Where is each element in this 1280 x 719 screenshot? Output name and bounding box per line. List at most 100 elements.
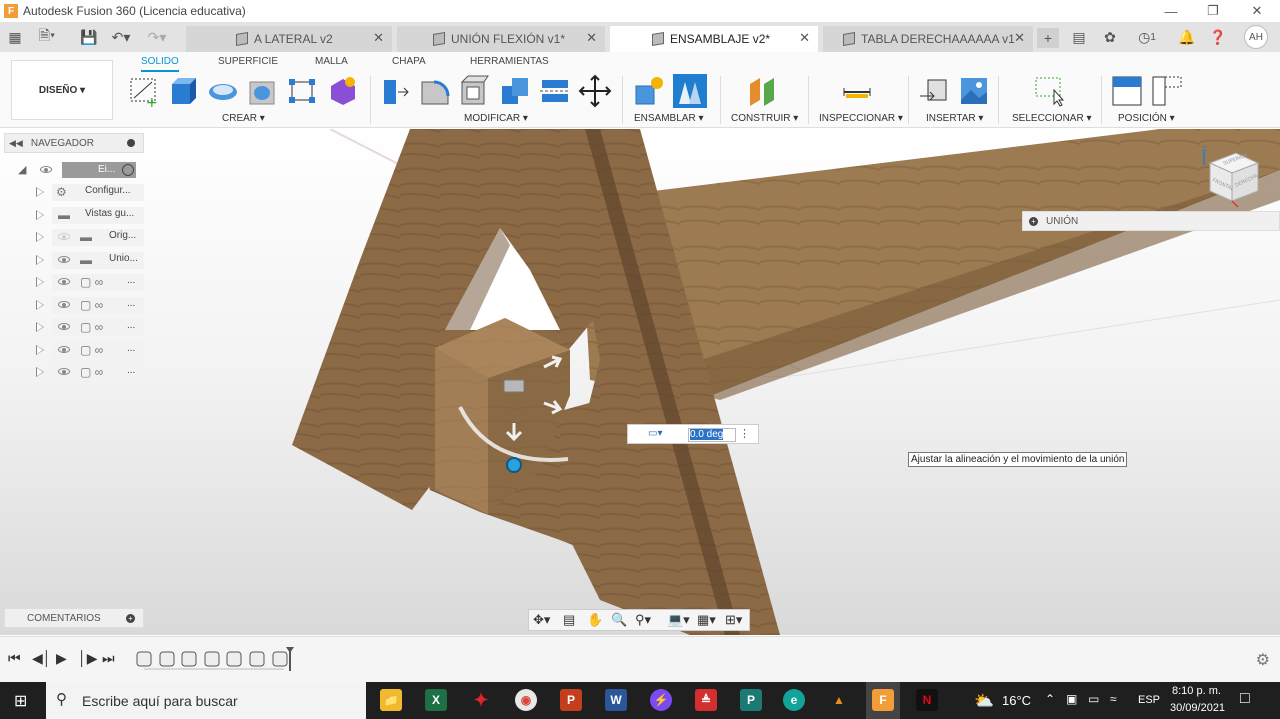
temperature[interactable]: 16°C	[1002, 693, 1031, 708]
arrow-up-right-icon[interactable]	[543, 355, 563, 369]
close-tab-icon[interactable]: ✕	[586, 30, 597, 46]
ribbon-tab-malla[interactable]: MALLA	[315, 56, 348, 67]
shell-icon[interactable]	[458, 74, 492, 108]
word-icon[interactable]: W	[605, 689, 627, 711]
expand-joint-icon[interactable]: +	[1029, 217, 1038, 226]
viewports-icon[interactable]: ⊞▾	[725, 612, 742, 628]
visibility-eye-icon[interactable]	[58, 346, 70, 353]
capture-position-icon[interactable]	[1110, 74, 1144, 108]
close-window-button[interactable]: ✕	[1236, 0, 1278, 22]
3d-viewport[interactable]: SUPERIOR FRONTAL DERECHA Z	[0, 129, 1280, 635]
group-ensamblar[interactable]: ENSAMBLAR ▾	[634, 113, 704, 124]
view-cube[interactable]: SUPERIOR FRONTAL DERECHA Z	[1198, 143, 1268, 213]
tray-chevron-icon[interactable]: ⌃	[1045, 692, 1055, 706]
browser-options-icon[interactable]	[127, 139, 135, 147]
help-icon[interactable]: ❓	[1207, 27, 1229, 47]
pan-hand-icon[interactable]: ✋	[587, 612, 603, 628]
chat-icon[interactable]: ▤	[1068, 27, 1090, 47]
split-body-icon[interactable]	[538, 74, 572, 108]
tab-union-flexion[interactable]: UNIÓN FLEXIÓN v1* ✕	[397, 26, 605, 52]
timeline-forward-icon[interactable]: │▶	[78, 650, 98, 667]
tab-ensamblaje[interactable]: ENSAMBLAJE v2* ✕	[610, 26, 818, 52]
wifi-icon[interactable]: ≈	[1110, 692, 1117, 706]
visibility-eye-icon[interactable]	[58, 301, 70, 308]
notification-center-icon[interactable]: □	[1240, 690, 1250, 708]
group-insertar[interactable]: INSERTAR ▾	[926, 113, 983, 124]
user-avatar[interactable]: AH	[1244, 25, 1268, 49]
timeline-back-icon[interactable]: ◀│	[32, 650, 52, 667]
browser-item[interactable]: ▢ ∞...	[36, 317, 144, 337]
new-component-icon[interactable]	[632, 74, 666, 108]
restore-button[interactable]: ❐	[1192, 0, 1234, 22]
revert-position-icon[interactable]	[1150, 74, 1184, 108]
create-sketch-icon[interactable]: +	[128, 74, 162, 108]
job-status-icon[interactable]: ◷ 1	[1132, 27, 1162, 47]
clock-date[interactable]: 30/09/2021	[1170, 702, 1225, 714]
windows-start-icon[interactable]: ⊞	[14, 691, 27, 711]
pdf-reader-icon[interactable]: ≜	[695, 689, 717, 711]
tab-a-lateral[interactable]: A LATERAL v2 ✕	[186, 26, 392, 52]
powerpoint-icon[interactable]: P	[560, 689, 582, 711]
expanded-triangle-icon[interactable]: ◢	[18, 163, 26, 176]
press-pull-icon[interactable]	[378, 74, 412, 108]
extensions-icon[interactable]: ✿	[1099, 27, 1121, 47]
undo-icon[interactable]: ↶▾	[110, 27, 132, 47]
notifications-bell-icon[interactable]: 🔔	[1176, 27, 1198, 47]
group-seleccionar[interactable]: SELECCIONAR ▾	[1012, 113, 1092, 124]
offset-plane-icon[interactable]	[746, 74, 780, 108]
joint-origin-icon[interactable]	[506, 457, 522, 473]
browser-item[interactable]: ▢ ∞...	[36, 362, 144, 382]
arrow-down-icon[interactable]	[505, 423, 523, 442]
pattern-icon[interactable]	[286, 74, 320, 108]
taskbar-search[interactable]: ⚲ Escribe aquí para buscar	[46, 682, 366, 719]
add-comment-icon[interactable]: +	[126, 614, 135, 623]
file-menu-icon[interactable]: 🗎▾	[36, 27, 58, 47]
joint-icon[interactable]	[673, 74, 707, 108]
visibility-eye-icon[interactable]	[58, 256, 70, 263]
browser-item[interactable]: ▬ Unio...	[36, 250, 144, 270]
ribbon-tab-solido[interactable]: SOLIDO	[141, 56, 179, 72]
browser-item[interactable]: ▬ Orig...	[36, 227, 144, 247]
fit-zoom-icon[interactable]: ⚲▾	[635, 612, 651, 628]
timeline-start-icon[interactable]: ⏮	[8, 650, 21, 667]
tray-app-icon[interactable]: ▣	[1066, 692, 1077, 706]
angle-input-widget[interactable]: ▭▾ 0.0 deg ⋮	[627, 424, 759, 444]
browser-panel-header[interactable]: ◀◀ NAVEGADOR	[4, 133, 144, 153]
ribbon-tab-chapa[interactable]: CHAPA	[392, 56, 426, 67]
close-tab-icon[interactable]: ✕	[1014, 30, 1025, 46]
save-icon[interactable]: 💾	[78, 27, 100, 47]
file-explorer-icon[interactable]: 📁	[380, 689, 402, 711]
fusion-taskbar-active[interactable]: F	[866, 682, 900, 719]
display-settings-icon[interactable]: 💻▾	[667, 612, 690, 628]
new-tab-plus-icon[interactable]: +	[1037, 28, 1059, 48]
create-form-icon[interactable]	[326, 74, 360, 108]
browser-item[interactable]: ⚙ Configur...	[36, 182, 144, 202]
weather-icon[interactable]: ⛅	[974, 691, 994, 711]
close-tab-icon[interactable]: ✕	[799, 30, 810, 46]
group-construir[interactable]: CONSTRUIR ▾	[731, 113, 798, 124]
battery-icon[interactable]: ▭	[1088, 692, 1099, 706]
hole-icon[interactable]	[246, 74, 280, 108]
visibility-eye-icon[interactable]	[58, 368, 70, 375]
activate-radio-icon[interactable]	[122, 164, 134, 176]
motion-type-dropdown-icon[interactable]: ▭▾	[648, 428, 662, 439]
look-at-icon[interactable]: ▤	[563, 612, 575, 628]
autodesk-app-icon[interactable]: ✦	[470, 689, 492, 711]
close-tab-icon[interactable]: ✕	[373, 30, 384, 46]
move-copy-icon[interactable]	[578, 74, 612, 108]
insert-canvas-icon[interactable]	[957, 74, 991, 108]
revolve-icon[interactable]	[206, 74, 240, 108]
ribbon-tab-superficie[interactable]: SUPERFICIE	[218, 56, 278, 67]
select-window-icon[interactable]	[1032, 74, 1066, 108]
netflix-icon[interactable]: N	[916, 689, 938, 711]
visibility-eye-icon[interactable]	[40, 166, 52, 173]
browser-item[interactable]: ▬ Vistas gu...	[36, 205, 144, 225]
browser-root-row[interactable]: ◢ Ei...	[18, 160, 144, 180]
timeline-features[interactable]	[134, 647, 294, 677]
zoom-icon[interactable]: 🔍	[611, 612, 627, 628]
more-options-icon[interactable]: ⋮	[739, 427, 750, 440]
minimize-button[interactable]: —	[1150, 0, 1192, 22]
ribbon-tab-herramientas[interactable]: HERRAMIENTAS	[470, 56, 549, 67]
clock-time[interactable]: 8:10 p. m.	[1172, 685, 1221, 697]
browser-item[interactable]: ▢ ∞...	[36, 272, 144, 292]
